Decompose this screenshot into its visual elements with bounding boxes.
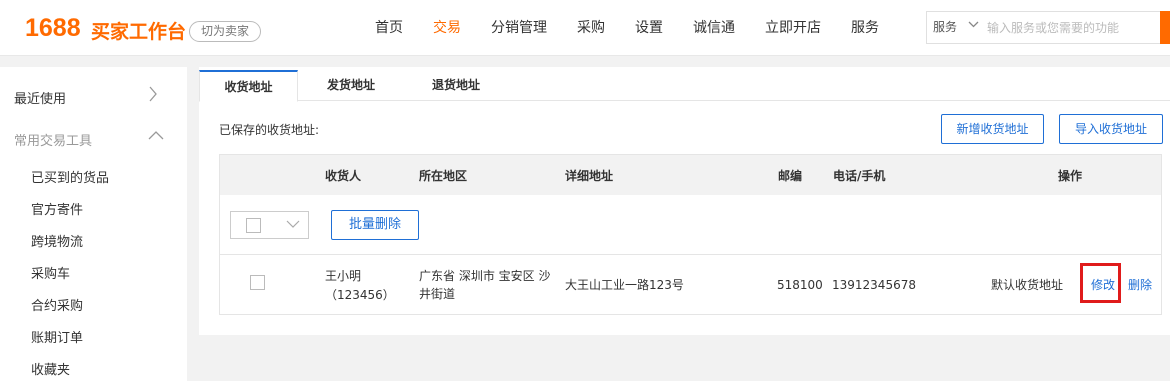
- header-zip: 邮编: [778, 169, 803, 183]
- address-tabs: 收货地址 发货地址 退货地址: [199, 70, 1170, 102]
- default-address-label: 默认收货地址: [991, 278, 1064, 292]
- header-region: 所在地区: [419, 169, 468, 183]
- select-all-checkbox[interactable]: [246, 218, 261, 233]
- recipient-name: 王小明: [325, 269, 362, 283]
- header-phone: 电话/手机: [833, 169, 886, 183]
- chevron-down-icon[interactable]: [286, 215, 300, 236]
- sidebar-item-cart[interactable]: 采购车: [31, 263, 70, 282]
- region-line-2: 井街道: [419, 287, 456, 301]
- saved-addresses-label: 已保存的收货地址:: [219, 123, 320, 137]
- batch-actions-row: 批量删除: [220, 195, 1161, 255]
- header-actions: 操作: [1058, 169, 1083, 183]
- nav-home[interactable]: 首页: [360, 0, 418, 56]
- nav-service[interactable]: 服务: [836, 0, 894, 56]
- zip-code: 518100: [777, 278, 823, 292]
- search-input[interactable]: [987, 12, 1159, 43]
- import-address-button[interactable]: 导入收货地址: [1059, 114, 1163, 144]
- header-recipient: 收货人: [325, 169, 362, 183]
- main-panel: 收货地址 发货地址 退货地址 已保存的收货地址: 新增收货地址 导入收货地址 收…: [199, 67, 1170, 335]
- row-checkbox[interactable]: [250, 275, 265, 290]
- detail-address: 大王山工业一路123号: [565, 278, 684, 292]
- region-line-1: 广东省 深圳市 宝安区 沙: [419, 269, 551, 283]
- sidebar-item-credit-orders[interactable]: 账期订单: [31, 327, 83, 346]
- nav-open-store[interactable]: 立即开店: [750, 0, 836, 56]
- table-row: 王小明 （123456） 广东省 深圳市 宝安区 沙 井街道 大王山工业一路12…: [220, 256, 1161, 314]
- logo-1688[interactable]: 1688: [25, 14, 81, 43]
- sidebar-item-contract[interactable]: 合约采购: [31, 295, 83, 314]
- switch-to-seller-button[interactable]: 切为卖家: [189, 21, 262, 42]
- nav-distribution[interactable]: 分销管理: [476, 0, 562, 56]
- header-address: 详细地址: [565, 169, 614, 183]
- sidebar: 最近使用 常用交易工具 已买到的货品 官方寄件 跨境物流 采购车 合约采购 账期…: [0, 67, 187, 381]
- select-all-dropdown[interactable]: [230, 211, 309, 239]
- sidebar-item-official-shipping[interactable]: 官方寄件: [31, 199, 83, 218]
- search-box: 服务: [926, 11, 1170, 44]
- tab-receive-address[interactable]: 收货地址: [199, 70, 298, 102]
- nav-purchase[interactable]: 采购: [562, 0, 620, 56]
- sidebar-common-tools[interactable]: 常用交易工具: [14, 130, 92, 149]
- phone-number: 13912345678: [832, 278, 916, 292]
- workbench-title: 买家工作台: [91, 21, 187, 43]
- top-header: 1688 买家工作台 切为卖家 首页 交易 分销管理 采购 设置 诚信通 立即开…: [0, 0, 1170, 56]
- chevron-right-icon[interactable]: [148, 86, 158, 106]
- sidebar-item-cross-border[interactable]: 跨境物流: [31, 231, 83, 250]
- chevron-down-icon[interactable]: [968, 19, 979, 34]
- main-nav: 首页 交易 分销管理 采购 设置 诚信通 立即开店 服务: [360, 0, 894, 56]
- nav-settings[interactable]: 设置: [620, 0, 678, 56]
- nav-trade[interactable]: 交易: [418, 0, 476, 56]
- chevron-up-icon[interactable]: [148, 127, 164, 146]
- sidebar-item-bought[interactable]: 已买到的货品: [31, 167, 109, 186]
- search-category-select[interactable]: 服务: [933, 12, 957, 43]
- tab-ship-address[interactable]: 发货地址: [306, 70, 396, 101]
- sidebar-recent[interactable]: 最近使用: [14, 88, 66, 107]
- tab-return-address[interactable]: 退货地址: [411, 70, 501, 101]
- address-table: 收货人 所在地区 详细地址 邮编 电话/手机 操作 批量删除 王小明 （1234…: [219, 154, 1162, 315]
- add-address-button[interactable]: 新增收货地址: [941, 114, 1044, 144]
- table-header: 收货人 所在地区 详细地址 邮编 电话/手机 操作: [220, 155, 1161, 195]
- sidebar-item-favorites[interactable]: 收藏夹: [31, 359, 70, 378]
- search-button[interactable]: [1160, 11, 1170, 44]
- nav-trustpass[interactable]: 诚信通: [678, 0, 750, 56]
- delete-link[interactable]: 删除: [1128, 276, 1152, 293]
- recipient-code: （123456）: [325, 288, 395, 302]
- batch-delete-button[interactable]: 批量删除: [331, 210, 419, 240]
- edit-link[interactable]: 修改: [1091, 276, 1115, 293]
